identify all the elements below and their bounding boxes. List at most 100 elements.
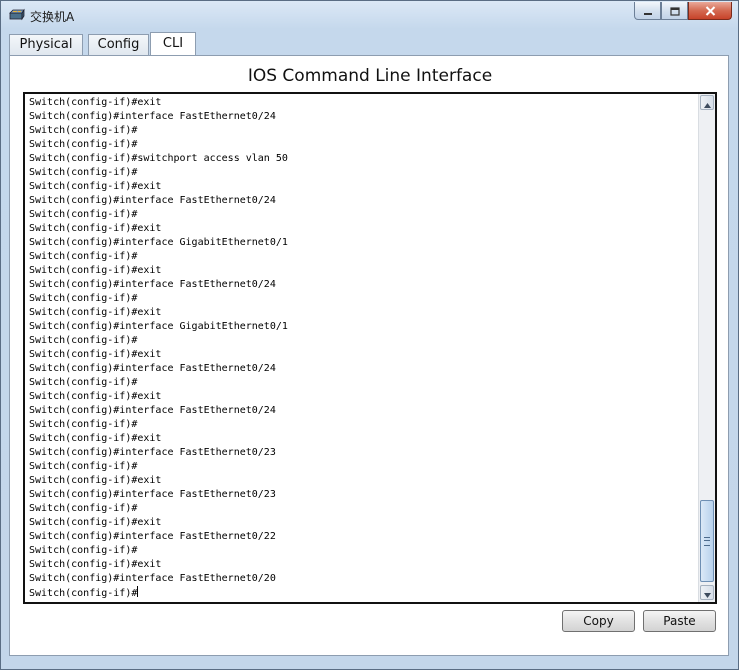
tab-cli[interactable]: CLI — [150, 32, 196, 57]
app-window: 交换机A Physical Config CLI IOS Command Lin… — [0, 0, 739, 670]
window-controls — [634, 2, 732, 21]
terminal-line-text: Switch(config-if)# — [29, 293, 138, 304]
terminal-line-text: Switch(config)#interface FastEthernet0/2… — [29, 111, 276, 122]
terminal-line: Switch(config-if)# — [29, 418, 697, 432]
window-title: 交换机A — [30, 10, 75, 24]
terminal-line: Switch(config-if)# — [29, 166, 697, 180]
terminal-line-text: Switch(config)#interface FastEthernet0/2… — [29, 195, 276, 206]
terminal-line-text: Switch(config-if)# — [29, 139, 138, 150]
terminal-line-text: Switch(config-if)#exit — [29, 97, 162, 108]
terminal-line: Switch(config)#interface FastEthernet0/2… — [29, 572, 697, 586]
terminal-line-text: Switch(config)#interface FastEthernet0/2… — [29, 405, 276, 416]
terminal-line: Switch(config-if)#exit — [29, 222, 697, 236]
tab-physical[interactable]: Physical — [9, 34, 83, 56]
vertical-scrollbar[interactable] — [698, 94, 715, 602]
terminal-line-text: Switch(config-if)# — [29, 461, 138, 472]
terminal-line: Switch(config)#interface GigabitEthernet… — [29, 320, 697, 334]
title-bar[interactable]: 交换机A — [1, 1, 738, 29]
terminal-line-text: Switch(config-if)# — [29, 377, 138, 388]
terminal-line: Switch(config-if)# — [29, 376, 697, 390]
terminal-line-text: Switch(config-if)#exit — [29, 349, 162, 360]
terminal-line: Switch(config)#interface FastEthernet0/2… — [29, 488, 697, 502]
terminal-line-text: Switch(config-if)#exit — [29, 559, 162, 570]
terminal-line: Switch(config-if)#exit — [29, 516, 697, 530]
terminal-line-text: Switch(config)#interface GigabitEthernet… — [29, 237, 288, 248]
terminal-line: Switch(config)#interface FastEthernet0/2… — [29, 194, 697, 208]
paste-button[interactable]: Paste — [643, 610, 716, 632]
terminal-line: Switch(config-if)#switchport access vlan… — [29, 152, 697, 166]
copy-button[interactable]: Copy — [562, 610, 635, 632]
terminal-line: Switch(config)#interface FastEthernet0/2… — [29, 530, 697, 544]
maximize-button[interactable] — [661, 2, 688, 20]
terminal-line-text: Switch(config)#interface FastEthernet0/2… — [29, 573, 276, 584]
cli-heading: IOS Command Line Interface — [247, 66, 493, 86]
terminal-line: Switch(config-if)#exit — [29, 348, 697, 362]
close-button[interactable] — [688, 2, 732, 20]
terminal-line: Switch(config-if)# — [29, 460, 697, 474]
terminal-output[interactable]: Switch(config-if)#exit Switch(config)#int… — [29, 96, 697, 600]
scroll-up-button[interactable] — [700, 95, 714, 110]
terminal-line: Switch(config-if)#exit — [29, 264, 697, 278]
terminal-line: Switch(config-if)# — [29, 334, 697, 348]
terminal-line-text: Switch(config)#interface FastEthernet0/2… — [29, 363, 276, 374]
terminal-line-text: Switch(config-if)# — [29, 251, 138, 262]
terminal-line-text: Switch(config-if)#exit — [29, 517, 162, 528]
scroll-up-arrow-icon — [703, 93, 711, 112]
scrollbar-thumb[interactable] — [700, 500, 714, 582]
terminal-line: Switch(config-if)# — [29, 138, 697, 152]
terminal-line-text: Switch(config-if)#exit — [29, 307, 162, 318]
close-icon — [705, 1, 716, 20]
terminal-line: Switch(config-if)# — [29, 544, 697, 558]
terminal-line: Switch(config)#interface FastEthernet0/2… — [29, 446, 697, 460]
terminal-line-text: Switch(config-if)# — [29, 209, 138, 220]
terminal-line-text: Switch(config-if)#exit — [29, 391, 162, 402]
terminal-line-text: Switch(config)#interface FastEthernet0/2… — [29, 279, 276, 290]
terminal-line-text: Switch(config-if)# — [29, 419, 138, 430]
terminal-line-text: Switch(config-if)# — [29, 588, 138, 599]
terminal-line-text: Switch(config-if)#exit — [29, 475, 162, 486]
terminal-line: Switch(config-if)#exit — [29, 180, 697, 194]
terminal-console[interactable]: Switch(config-if)#exit Switch(config)#int… — [23, 92, 717, 604]
terminal-line-text: Switch(config-if)#exit — [29, 433, 162, 444]
thumb-grip-icon — [704, 536, 710, 546]
scroll-down-button[interactable] — [700, 585, 714, 600]
terminal-line-text: Switch(config-if)#switchport access vlan… — [29, 153, 288, 164]
terminal-line-text: Switch(config-if)#exit — [29, 181, 162, 192]
terminal-line: Switch(config-if)# — [29, 250, 697, 264]
switch-device-icon — [9, 7, 25, 23]
terminal-line-text: Switch(config-if)#exit — [29, 223, 162, 234]
terminal-line: Switch(config-if)#exit — [29, 432, 697, 446]
terminal-line-text: Switch(config-if)# — [29, 125, 138, 136]
terminal-line: Switch(config-if)#exit — [29, 96, 697, 110]
terminal-line: Switch(config-if)# — [29, 208, 697, 222]
scroll-down-arrow-icon — [703, 583, 711, 602]
terminal-line-text: Switch(config)#interface FastEthernet0/2… — [29, 531, 276, 542]
terminal-line: Switch(config-if)#exit — [29, 474, 697, 488]
terminal-line: Switch(config-if)# — [29, 502, 697, 516]
terminal-line: Switch(config)#interface FastEthernet0/2… — [29, 110, 697, 124]
maximize-icon — [669, 1, 680, 20]
terminal-line: Switch(config)#interface FastEthernet0/2… — [29, 278, 697, 292]
terminal-line: Switch(config-if)#exit — [29, 306, 697, 320]
terminal-line: Switch(config)#interface FastEthernet0/2… — [29, 362, 697, 376]
terminal-line-text: Switch(config)#interface FastEthernet0/2… — [29, 489, 276, 500]
minimize-icon — [643, 1, 653, 20]
terminal-line: Switch(config-if)# — [29, 292, 697, 306]
terminal-line: Switch(config)#interface GigabitEthernet… — [29, 236, 697, 250]
text-cursor — [137, 586, 139, 597]
terminal-line-text: Switch(config-if)#exit — [29, 265, 162, 276]
minimize-button[interactable] — [634, 2, 661, 20]
tab-config[interactable]: Config — [88, 34, 149, 56]
terminal-line-text: Switch(config-if)# — [29, 545, 138, 556]
terminal-line: Switch(config)#interface FastEthernet0/2… — [29, 404, 697, 418]
terminal-line-text: Switch(config)#interface GigabitEthernet… — [29, 321, 288, 332]
terminal-line-text: Switch(config-if)# — [29, 503, 138, 514]
terminal-line: Switch(config-if)#exit — [29, 390, 697, 404]
terminal-line: Switch(config-if)# — [29, 586, 697, 600]
cli-panel: IOS Command Line Interface Switch(config… — [9, 55, 729, 656]
terminal-line-text: Switch(config-if)# — [29, 335, 138, 346]
terminal-line-text: Switch(config-if)# — [29, 167, 138, 178]
terminal-line: Switch(config-if)#exit — [29, 558, 697, 572]
terminal-line-text: Switch(config)#interface FastEthernet0/2… — [29, 447, 276, 458]
terminal-line: Switch(config-if)# — [29, 124, 697, 138]
